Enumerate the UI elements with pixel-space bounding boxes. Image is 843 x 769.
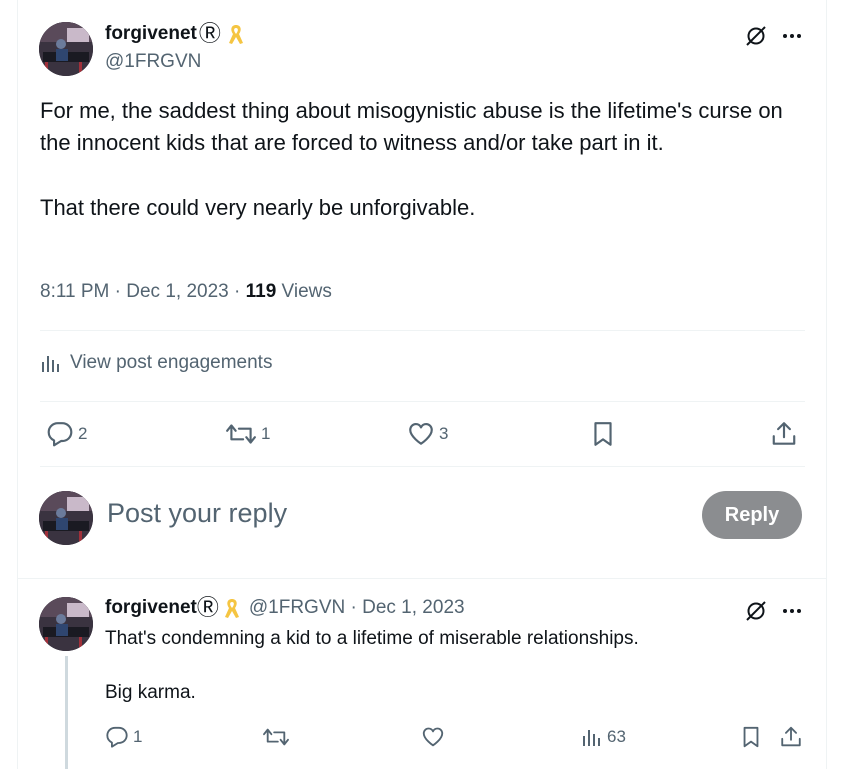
grok-icon[interactable] [742,597,770,625]
ribbon-icon [223,597,241,619]
divider [40,401,805,402]
tweet-text: For me, the saddest thing about misogyni… [40,95,810,224]
like-icon [422,727,444,747]
avatar[interactable] [39,22,93,76]
reply-icon [47,422,73,447]
more-icon[interactable] [778,597,806,625]
reply-avatar[interactable] [39,597,93,651]
display-name[interactable]: forgivenet Ⓡ [105,23,245,45]
reply-text: That's condemning a kid to a lifetime of… [105,626,805,705]
analytics-icon [42,356,59,372]
registered-symbol: Ⓡ [198,21,221,46]
share-icon [772,422,796,445]
view-engagements-link[interactable]: View post engagements [40,352,272,374]
views-button[interactable]: 63 [581,722,626,752]
like-count: 3 [439,424,449,443]
bookmark-button[interactable] [589,414,617,454]
divider [17,578,827,579]
divider [40,466,805,467]
bookmark-button[interactable] [739,722,763,752]
tweet-text-para2: That there could very nearly be unforgiv… [40,195,476,220]
separator: · [234,281,241,302]
share-button[interactable] [770,414,798,454]
reply-text-line1: That's condemning a kid to a lifetime of… [105,628,639,649]
tweet-text-para1: For me, the saddest thing about misogyni… [40,98,783,155]
repost-count: 1 [261,424,271,443]
share-button[interactable] [779,722,803,752]
reply-count: 2 [78,424,88,443]
reply-button[interactable]: 2 [46,414,87,454]
repost-icon [263,728,289,746]
registered-symbol: Ⓡ [196,595,219,620]
reply-handle-date[interactable]: @1FRGVN · Dec 1, 2023 [249,597,465,619]
composer-avatar [39,491,93,545]
bookmark-icon [743,726,759,748]
reply-count: 1 [133,727,143,746]
ribbon-icon [227,23,245,45]
thread-line [65,656,68,769]
grok-icon[interactable] [742,22,770,50]
reply-actions: 1 63 [105,722,805,752]
like-icon [409,423,433,445]
handle[interactable]: @1FRGVN [105,51,201,73]
tweet-time[interactable]: 8:11 PM [40,281,109,302]
reply-text-line2: Big karma. [105,682,196,703]
reply-submit-button[interactable]: Reply [702,491,802,539]
views-count: 119 [245,281,277,302]
repost-icon [226,424,256,444]
views-count: 63 [607,727,626,746]
separator: · [114,281,121,302]
engagements-label: View post engagements [70,352,273,373]
like-button[interactable] [421,722,445,752]
analytics-icon [583,730,600,746]
divider [40,330,805,331]
like-button[interactable]: 3 [407,414,448,454]
bookmark-icon [594,422,612,446]
reply-icon [106,726,128,748]
tweet-date[interactable]: Dec 1, 2023 [126,281,228,302]
share-icon [781,726,801,747]
views-label: Views [281,281,332,302]
display-name-text: forgivenet [105,23,197,44]
tweet-meta: 8:11 PM · Dec 1, 2023 · 119 Views [40,281,332,303]
reply-button[interactable]: 1 [105,722,142,752]
repost-button[interactable] [262,722,290,752]
reply-header: forgivenet Ⓡ @1FRGVN · Dec 1, 2023 [105,597,465,619]
reply-input[interactable]: Post your reply [107,498,287,529]
reply-display-name-text: forgivenet [105,597,197,618]
tweet-actions: 2 1 3 [40,414,805,454]
more-icon[interactable] [778,22,806,50]
repost-button[interactable]: 1 [225,414,270,454]
reply-display-name[interactable]: forgivenet Ⓡ [105,597,241,619]
